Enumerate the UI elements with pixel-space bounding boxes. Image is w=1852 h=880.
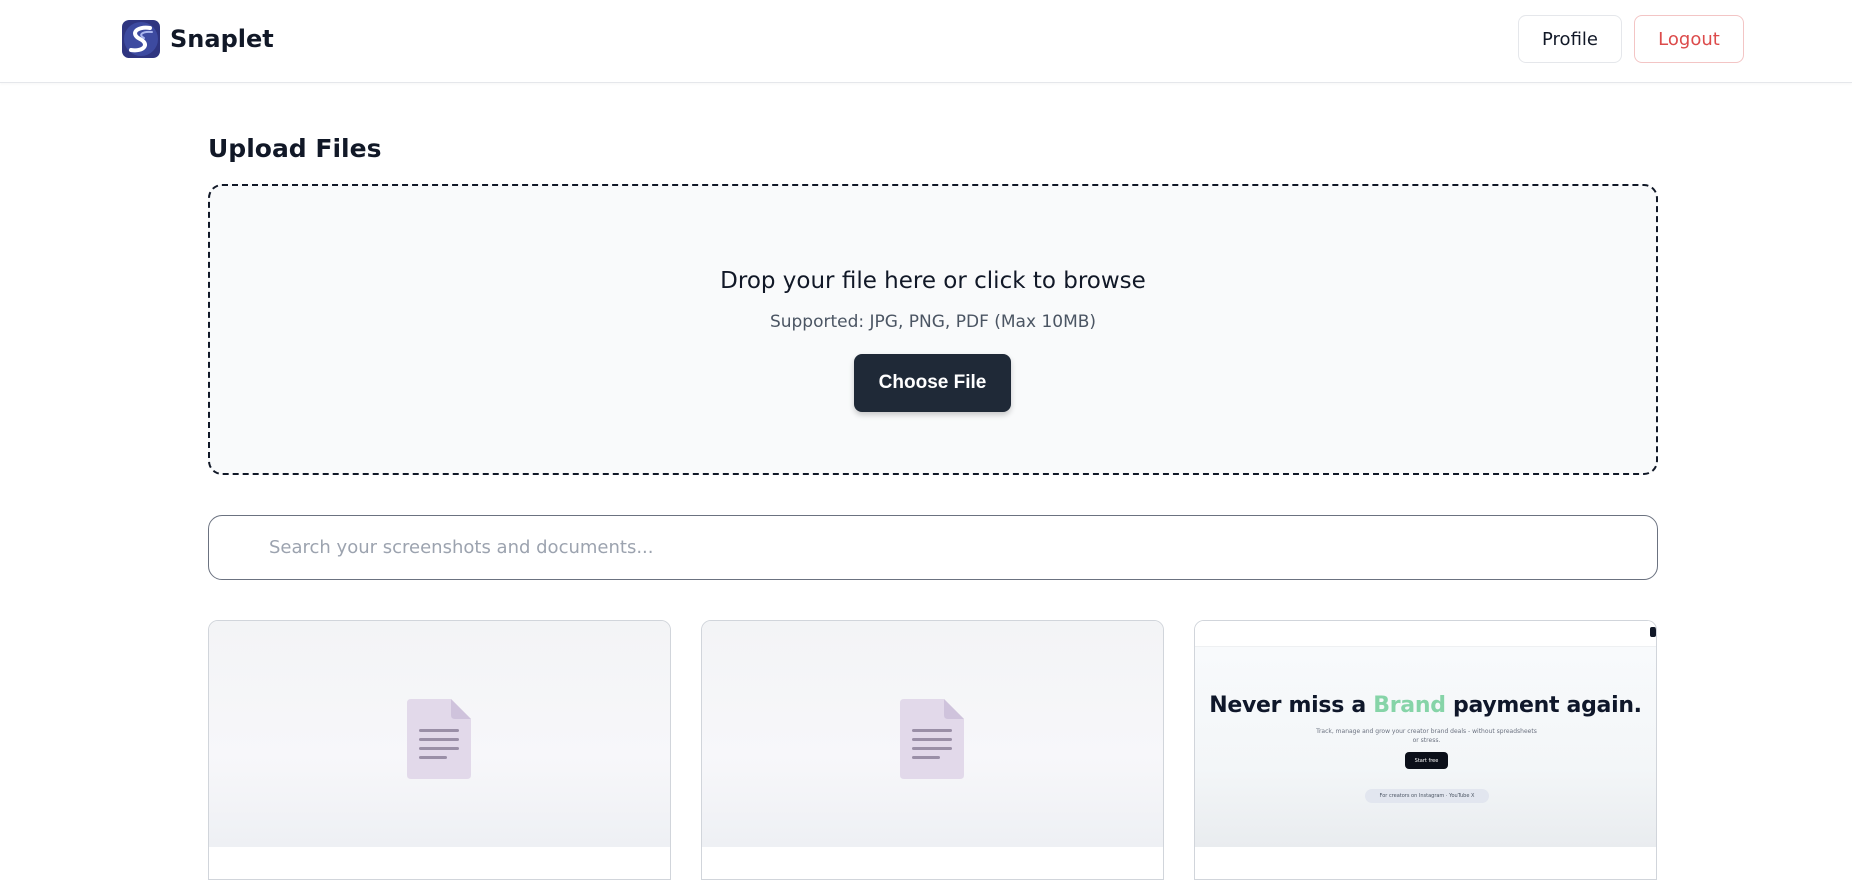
top-navbar: Snaplet Profile Logout (0, 0, 1852, 83)
screenshot-chip: For creators on Instagram · YouTube X (1365, 789, 1489, 803)
screenshot-thumbnail: Never miss a Brand payment again. Track,… (1195, 621, 1656, 847)
upload-section-title: Upload Files (208, 134, 382, 163)
brand[interactable]: Snaplet (122, 20, 274, 58)
search-input[interactable] (269, 516, 1639, 579)
file-dropzone[interactable]: Drop your file here or click to browse S… (208, 184, 1658, 475)
search-bar[interactable] (208, 515, 1658, 580)
logout-button[interactable]: Logout (1634, 15, 1744, 63)
headline-part: payment again. (1445, 693, 1642, 718)
headline-part: Never miss a (1209, 693, 1374, 718)
headline-accent: Brand (1373, 693, 1446, 718)
screenshot-headline: Never miss a Brand payment again. (1195, 693, 1656, 718)
file-card[interactable] (208, 620, 671, 880)
document-icon (900, 699, 964, 779)
file-card[interactable] (701, 620, 1164, 880)
file-card[interactable]: Never miss a Brand payment again. Track,… (1194, 620, 1657, 880)
file-thumbnail (209, 621, 670, 847)
snaplet-logo-icon (122, 20, 160, 58)
screenshot-corner-mark (1650, 627, 1656, 637)
app-name: Snaplet (170, 25, 274, 53)
screenshot-body: Never miss a Brand payment again. Track,… (1195, 647, 1656, 847)
screenshot-topbar (1195, 621, 1656, 647)
dropzone-title: Drop your file here or click to browse (720, 268, 1146, 294)
screenshot-cta: Start free (1405, 752, 1448, 769)
profile-button[interactable]: Profile (1518, 15, 1622, 63)
choose-file-button[interactable]: Choose File (854, 354, 1011, 412)
screenshot-subtext: Track, manage and grow your creator bran… (1316, 728, 1537, 744)
file-thumbnail (702, 621, 1163, 847)
document-icon (407, 699, 471, 779)
supported-formats-text: Supported: JPG, PNG, PDF (Max 10MB) (769, 312, 1097, 332)
